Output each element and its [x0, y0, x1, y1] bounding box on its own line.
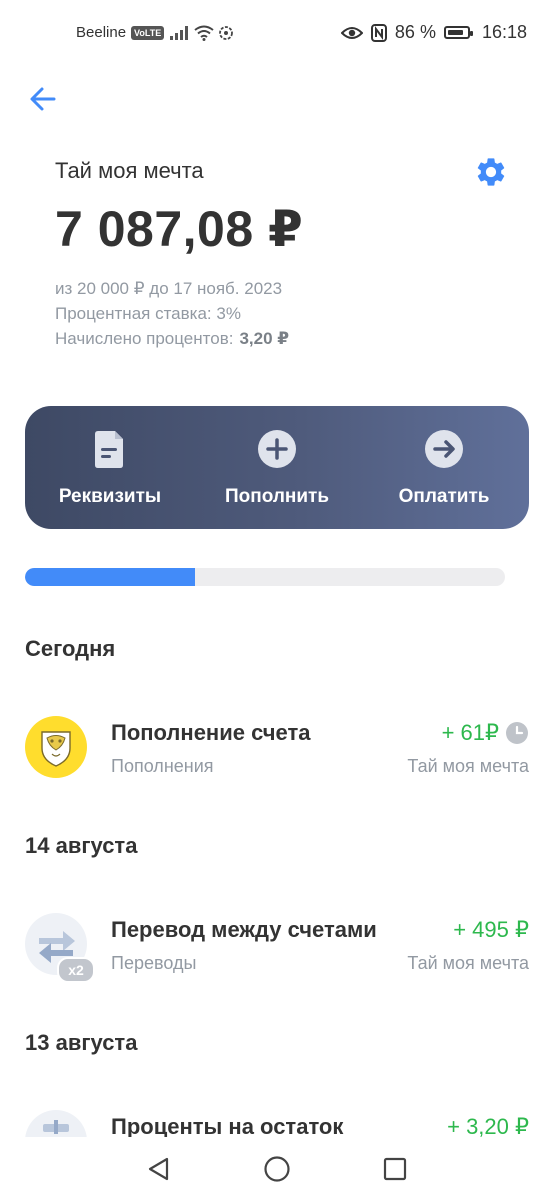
top-up-button[interactable]: Пополнить [206, 406, 348, 529]
back-triangle-icon [148, 1157, 169, 1181]
accrued-value: 3,20 ₽ [239, 329, 290, 348]
battery-icon [443, 26, 473, 39]
clock-pending-icon [506, 722, 528, 744]
transaction-amount: + 61₽ [441, 720, 499, 745]
details-label: Реквизиты [58, 486, 162, 507]
goal-progress-bar [25, 568, 505, 586]
nav-recents-button[interactable] [381, 1155, 409, 1183]
transfer-count-badge: x2 [57, 957, 95, 983]
transaction-row[interactable]: x2 Перевод между счетами Переводы + 495 … [25, 913, 529, 983]
wifi-icon [194, 25, 214, 41]
gear-icon [477, 158, 505, 186]
pay-button[interactable]: Оплатить [373, 406, 515, 529]
transaction-category: Переводы [111, 953, 197, 973]
status-left: Beeline VoLTE [76, 24, 235, 41]
goal-info: из 20 000 ₽ до 17 нояб. 2023 [55, 279, 283, 298]
pay-label: Оплатить [398, 486, 490, 507]
document-icon [95, 431, 123, 468]
transaction-name: Перевод между счетами [111, 917, 377, 942]
clock: 16:18 [481, 22, 527, 42]
plus-circle-icon [258, 430, 296, 468]
details-button[interactable]: Реквизиты [39, 406, 181, 529]
accrued-label: Начислено процентов: [55, 329, 234, 348]
date-header-today: Сегодня [25, 636, 116, 661]
nav-back-button[interactable] [145, 1155, 173, 1183]
status-right: 86 % 16:18 [340, 22, 527, 43]
battery-level [447, 30, 464, 35]
actions-panel: Реквизиты Пополнить Оплатить [25, 406, 529, 529]
date-header-aug-13: 13 августа [25, 1030, 138, 1055]
bank-logo-icon [25, 716, 87, 778]
transaction-account: Тай моя мечта [407, 953, 529, 973]
nav-home-button[interactable] [263, 1155, 291, 1183]
signal-icon [170, 25, 189, 40]
accrued-interest: Начислено процентов: 3,20 ₽ [55, 329, 289, 349]
arrow-left-icon [30, 87, 56, 111]
status-bar: Beeline VoLTE 86 % 16:18 [0, 0, 554, 70]
settings-status-icon [219, 25, 234, 40]
volte-badge: VoLTE [131, 25, 165, 40]
interest-rate: Процентная ставка: 3% [55, 304, 241, 323]
transaction-name: Пополнение счета [111, 720, 311, 745]
transaction-amount-row: + 61₽ [442, 720, 529, 746]
nfc-icon [370, 23, 387, 42]
eye-icon [340, 26, 363, 39]
transaction-row[interactable]: Пополнение счета Пополнения + 61₽ Тай мо… [25, 716, 529, 780]
transaction-amount: + 495 ₽ [453, 917, 529, 942]
account-title: Тай моя мечта [55, 158, 204, 183]
system-nav-bar [0, 1137, 554, 1200]
goal-progress-fill [25, 568, 195, 586]
settings-button[interactable] [474, 155, 508, 189]
battery-percent: 86 % [394, 22, 436, 42]
transaction-category: Пополнения [111, 756, 214, 776]
transaction-account: Тай моя мечта [407, 756, 529, 776]
account-balance: 7 087,08 ₽ [55, 201, 304, 257]
top-up-label: Пополнить [224, 486, 330, 507]
home-circle-icon [264, 1156, 290, 1182]
recents-square-icon [383, 1157, 407, 1181]
arrow-right-circle-icon [425, 430, 463, 468]
date-header-aug-14: 14 августа [25, 833, 138, 858]
back-button[interactable] [28, 84, 58, 114]
carrier-name: Beeline [76, 24, 127, 41]
